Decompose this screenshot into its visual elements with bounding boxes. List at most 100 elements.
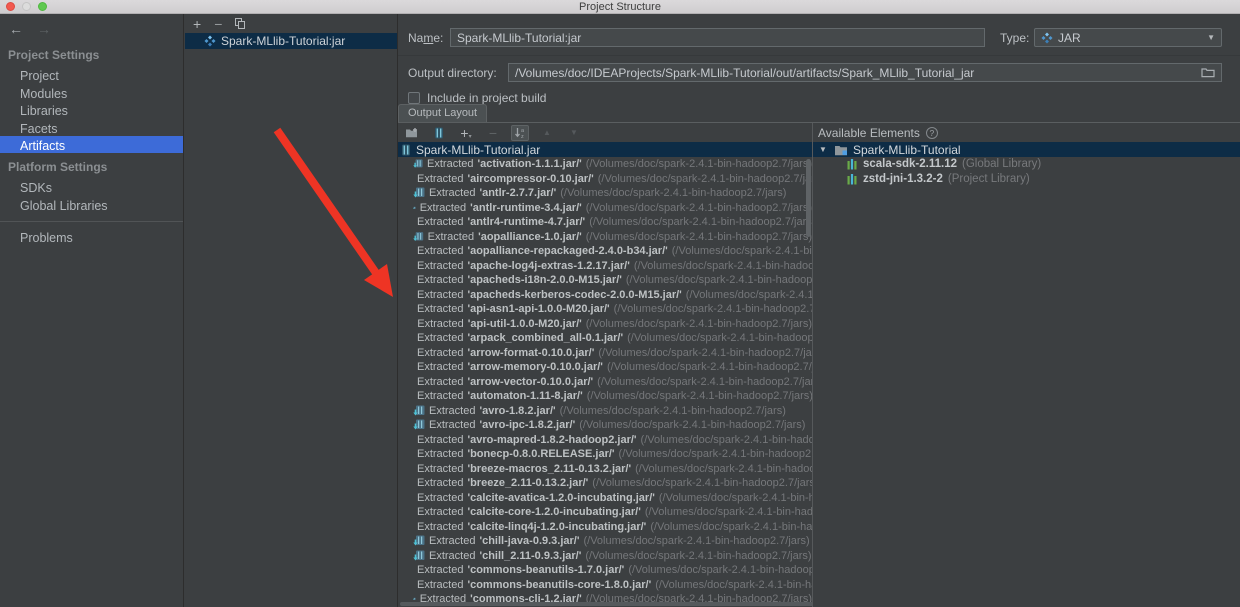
extracted-jar-row[interactable]: Extracted 'calcite-linq4j-1.2.0-incubati… — [398, 520, 812, 535]
extracted-jar-row[interactable]: Extracted 'activation-1.1.1.jar/' (/Volu… — [398, 157, 812, 172]
extracted-jar-row[interactable]: Extracted 'breeze_2.11-0.13.2.jar/' (/Vo… — [398, 476, 812, 491]
library-icon — [847, 173, 857, 185]
horizontal-scrollbar-thumb[interactable] — [400, 602, 812, 606]
extracted-jar-row[interactable]: Extracted 'api-util-1.0.0-M20.jar/' (/Vo… — [398, 317, 812, 332]
name-label: Name: — [408, 31, 444, 45]
tab-output-layout[interactable]: Output Layout — [398, 104, 488, 122]
sidebar-item-project[interactable]: Project — [0, 66, 183, 84]
forward-arrow-icon: → — [37, 21, 51, 37]
available-root-node[interactable]: ▼ Spark-MLlib-Tutorial — [813, 142, 1240, 157]
artifact-name-input[interactable]: Spark-MLlib-Tutorial:jar — [450, 28, 985, 47]
sidebar-header-platform-settings: Platform Settings — [8, 160, 108, 174]
chevron-down-icon: ▼ — [1207, 33, 1215, 42]
extracted-jar-row[interactable]: Extracted 'api-asn1-api-1.0.0-M20.jar/' … — [398, 302, 812, 317]
available-library-row[interactable]: zstd-jni-1.3.2-2 (Project Library) — [813, 172, 1240, 187]
extracted-jar-row[interactable]: Extracted 'chill_2.11-0.9.3.jar/' (/Volu… — [398, 549, 812, 564]
extracted-jar-row[interactable]: Extracted 'antlr-2.7.7.jar/' (/Volumes/d… — [398, 186, 812, 201]
create-archive-icon[interactable] — [430, 125, 448, 141]
extracted-jar-row[interactable]: Extracted 'calcite-core-1.2.0-incubating… — [398, 505, 812, 520]
extracted-jar-icon — [413, 550, 425, 561]
extracted-jar-row[interactable]: Extracted 'apacheds-i18n-2.0.0-M15.jar/'… — [398, 273, 812, 288]
available-elements-title: Available Elements — [818, 125, 920, 140]
extracted-jar-row[interactable]: Extracted 'commons-beanutils-1.7.0.jar/'… — [398, 563, 812, 578]
artifact-type-dropdown[interactable]: JAR ▼ — [1034, 28, 1222, 47]
window-title: Project Structure — [579, 0, 661, 13]
help-icon[interactable]: ? — [925, 126, 938, 139]
extracted-jar-row[interactable]: Extracted 'breeze-macros_2.11-0.13.2.jar… — [398, 462, 812, 477]
extracted-jar-icon — [413, 405, 425, 416]
browse-folder-icon[interactable] — [1201, 67, 1215, 78]
sort-alpha-icon[interactable]: a z — [511, 124, 529, 141]
extracted-jar-row[interactable]: Extracted 'arrow-format-0.10.0.jar/' (/V… — [398, 346, 812, 361]
artifact-icon — [204, 35, 216, 47]
artifact-editor-panel: Name: Spark-MLlib-Tutorial:jar Type: JAR… — [398, 14, 1240, 607]
jar-type-icon — [1041, 32, 1053, 43]
extracted-jar-row[interactable]: Extracted 'automaton-1.11-8.jar/' (/Volu… — [398, 389, 812, 404]
sidebar-item-sdks[interactable]: SDKs — [0, 178, 183, 196]
artifact-list-item[interactable]: Spark-MLlib-Tutorial:jar — [185, 33, 397, 49]
extracted-jar-row[interactable]: Extracted 'antlr-runtime-3.4.jar/' (/Vol… — [398, 201, 812, 216]
extracted-jar-icon — [413, 206, 416, 209]
window-titlebar: Project Structure — [0, 0, 1240, 14]
include-in-build-checkbox[interactable] — [408, 92, 420, 104]
settings-sidebar: ← → Project Settings Project Modules Lib… — [0, 14, 184, 607]
sidebar-item-global-libraries[interactable]: Global Libraries — [0, 196, 183, 214]
tree-toolbar: + ▾ − a z ▲ ▼ — [398, 123, 812, 142]
copy-artifact-icon[interactable] — [235, 18, 246, 29]
extracted-jar-list: Extracted 'activation-1.1.1.jar/' (/Volu… — [398, 157, 812, 607]
sidebar-item-modules[interactable]: Modules — [0, 84, 183, 102]
move-up-icon: ▲ — [543, 128, 551, 137]
extracted-jar-row[interactable]: Extracted 'antlr4-runtime-4.7.jar/' (/Vo… — [398, 215, 812, 230]
extracted-jar-row[interactable]: Extracted 'calcite-avatica-1.2.0-incubat… — [398, 491, 812, 506]
output-layout-tree-panel: + ▾ − a z ▲ ▼ Spark-MLlib-Tutorial.jar E… — [398, 123, 813, 607]
type-label: Type: — [1000, 31, 1030, 45]
sidebar-item-problems[interactable]: Problems — [0, 228, 183, 246]
sidebar-item-facets[interactable]: Facets — [0, 119, 183, 137]
extracted-jar-row[interactable]: Extracted 'apache-log4j-extras-1.2.17.ja… — [398, 259, 812, 274]
extracted-jar-icon — [413, 419, 425, 430]
extracted-jar-row[interactable]: Extracted 'avro-ipc-1.8.2.jar/' (/Volume… — [398, 418, 812, 433]
project-structure-dialog: Project Structure ← → Project Settings P… — [0, 0, 1240, 607]
extracted-jar-icon — [413, 159, 423, 169]
include-in-build-label: Include in project build — [427, 91, 547, 105]
vertical-scrollbar-thumb[interactable] — [806, 159, 811, 237]
artifacts-list-panel: + − Spark-MLlib-Tutorial:jar — [185, 14, 398, 607]
section-separator — [398, 55, 1240, 56]
add-icon[interactable]: + ▾ — [457, 125, 475, 141]
expand-arrow-icon[interactable]: ▼ — [819, 145, 829, 154]
extracted-jar-row[interactable]: Extracted 'aopalliance-repackaged-2.4.0-… — [398, 244, 812, 259]
sidebar-header-project-settings: Project Settings — [8, 48, 100, 62]
sidebar-item-artifacts[interactable]: Artifacts — [0, 136, 183, 153]
add-artifact-icon[interactable]: + — [193, 17, 201, 31]
extracted-jar-row[interactable]: Extracted 'avro-1.8.2.jar/' (/Volumes/do… — [398, 404, 812, 419]
output-directory-label: Output directory: — [408, 66, 497, 80]
type-dropdown-value: JAR — [1058, 30, 1081, 45]
library-icon — [847, 159, 857, 170]
extracted-jar-icon — [413, 231, 424, 241]
add-directory-icon[interactable] — [403, 125, 421, 141]
available-elements-panel: Available Elements ? ▼ Spark-MLlib-Tutor… — [813, 123, 1240, 607]
tree-root-label: Spark-MLlib-Tutorial.jar — [416, 142, 541, 157]
sidebar-item-libraries[interactable]: Libraries — [0, 101, 183, 119]
artifact-list-item-label: Spark-MLlib-Tutorial:jar — [221, 34, 346, 48]
remove-artifact-icon[interactable]: − — [214, 17, 222, 31]
output-directory-input[interactable]: /Volumes/doc/IDEAProjects/Spark-MLlib-Tu… — [508, 63, 1222, 82]
extracted-jar-row[interactable]: Extracted 'arrow-vector-0.10.0.jar/' (/V… — [398, 375, 812, 390]
move-down-icon: ▼ — [570, 128, 578, 137]
tree-root-jar[interactable]: Spark-MLlib-Tutorial.jar — [398, 142, 812, 157]
extracted-jar-row[interactable]: Extracted 'arpack_combined_all-0.1.jar/'… — [398, 331, 812, 346]
extracted-jar-row[interactable]: Extracted 'chill-java-0.9.3.jar/' (/Volu… — [398, 534, 812, 549]
extracted-jar-row[interactable]: Extracted 'commons-beanutils-core-1.8.0.… — [398, 578, 812, 593]
extracted-jar-icon — [413, 535, 425, 546]
remove-icon: − — [488, 124, 498, 141]
available-library-row[interactable]: scala-sdk-2.11.12 (Global Library) — [813, 157, 1240, 172]
extracted-jar-row[interactable]: Extracted 'aircompressor-0.10.jar/' (/Vo… — [398, 172, 812, 187]
extracted-jar-row[interactable]: Extracted 'avro-mapred-1.8.2-hadoop2.jar… — [398, 433, 812, 448]
module-folder-icon — [835, 145, 847, 155]
svg-text:z: z — [521, 134, 524, 139]
extracted-jar-row[interactable]: Extracted 'aopalliance-1.0.jar/' (/Volum… — [398, 230, 812, 245]
extracted-jar-row[interactable]: Extracted 'arrow-memory-0.10.0.jar/' (/V… — [398, 360, 812, 375]
extracted-jar-row[interactable]: Extracted 'apacheds-kerberos-codec-2.0.0… — [398, 288, 812, 303]
extracted-jar-row[interactable]: Extracted 'bonecp-0.8.0.RELEASE.jar/' (/… — [398, 447, 812, 462]
back-arrow-icon[interactable]: ← — [9, 21, 23, 37]
